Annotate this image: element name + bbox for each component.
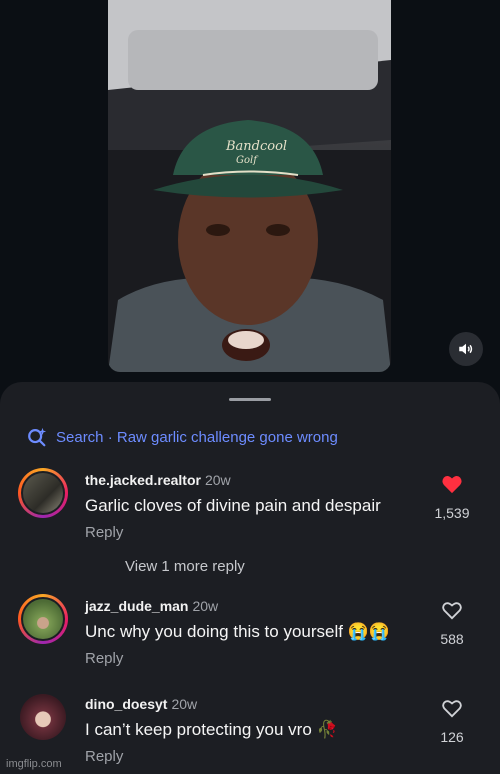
avatar[interactable] [18,594,68,644]
heart-outline-icon [442,700,462,718]
comment-username[interactable]: dino_doesyt 20w [85,696,197,712]
avatar[interactable] [18,692,68,742]
comment-text: Unc why you doing this to yourself 😭😭 [85,622,391,641]
reply-button[interactable]: Reply [85,748,123,765]
like-button[interactable]: 588 [422,600,482,647]
heart-outline-icon [442,602,462,620]
watermark: imgflip.com [6,758,62,770]
view-more-replies[interactable]: View 1 more reply [125,558,245,575]
username-text[interactable]: dino_doesyt [85,696,167,712]
comment-text: I can’t keep protecting you vro 🥀 [85,720,338,739]
search-suggestion[interactable]: Search · Raw garlic challenge gone wrong [26,426,338,448]
reply-button[interactable]: Reply [85,524,123,541]
like-count: 1,539 [434,505,470,521]
comment-time: 20w [204,472,231,488]
comment-text: Garlic cloves of divine pain and despair [85,496,381,515]
speaker-icon [459,343,473,355]
like-button[interactable]: 126 [422,698,482,745]
like-count: 126 [440,729,464,745]
sparkle-search-icon [28,427,47,447]
video-player[interactable]: Bandcool Golf [108,0,391,372]
comment-username[interactable]: the.jacked.realtor 20w [85,472,231,488]
like-button[interactable]: 1,539 [422,474,482,521]
search-suggestion-text: Search · Raw garlic challenge gone wrong [56,428,338,446]
like-count: 588 [440,631,464,647]
comment-time: 20w [192,598,219,614]
username-text[interactable]: the.jacked.realtor [85,472,201,488]
heart-filled-icon [442,476,462,494]
mute-button[interactable] [449,332,483,366]
username-text[interactable]: jazz_dude_man [85,598,188,614]
sheet-grabber[interactable] [229,398,271,401]
reply-button[interactable]: Reply [85,650,123,667]
comment-time: 20w [171,696,198,712]
comments-sheet: Search · Raw garlic challenge gone wrong… [0,382,500,774]
avatar[interactable] [18,468,68,518]
comment-username[interactable]: jazz_dude_man 20w [85,598,218,614]
video-frame: Bandcool Golf [108,0,391,372]
svg-text:Golf: Golf [236,155,259,166]
svg-text:Bandcool: Bandcool [225,139,287,154]
